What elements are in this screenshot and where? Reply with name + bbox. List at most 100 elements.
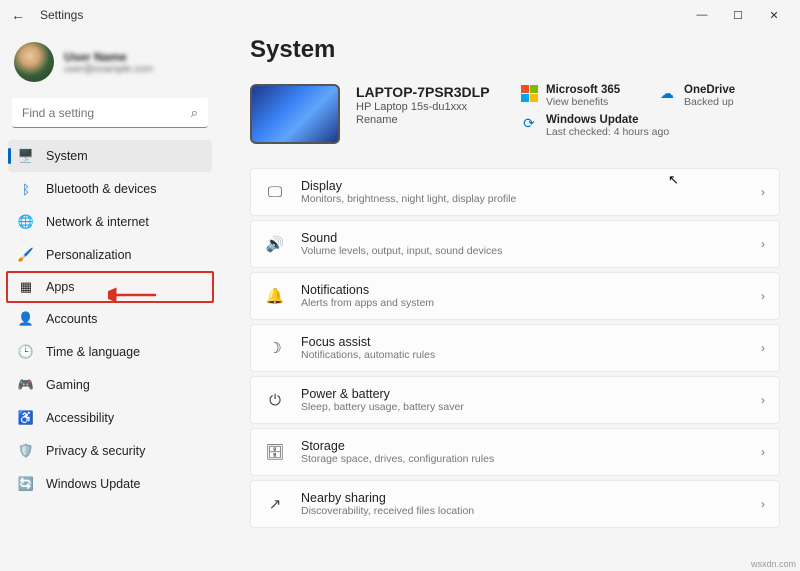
chevron-right-icon: ›	[761, 289, 765, 303]
tile-microsoft365[interactable]: Microsoft 365View benefits	[520, 84, 638, 108]
avatar	[14, 42, 54, 82]
profile-name: User Name	[64, 50, 153, 64]
personalization-icon: 🖌️	[18, 247, 34, 263]
sidebar-item-network[interactable]: 🌐 Network & internet	[8, 206, 212, 238]
close-button[interactable]: ✕	[756, 0, 792, 30]
sidebar-item-label: Network & internet	[46, 215, 149, 229]
microsoft-logo-icon	[520, 84, 538, 102]
watermark: wsxdn.com	[751, 559, 796, 569]
bluetooth-icon: ᛒ	[18, 181, 34, 197]
card-power[interactable]: ⏻ Power & batterySleep, battery usage, ba…	[250, 376, 780, 424]
privacy-icon: 🛡️	[18, 443, 34, 459]
search-input[interactable]	[22, 106, 191, 120]
storage-icon: 🗄	[265, 443, 285, 461]
card-title: Nearby sharing	[301, 491, 745, 505]
rename-link[interactable]: Rename	[356, 114, 490, 126]
accessibility-icon: ♿	[18, 410, 34, 426]
sidebar-item-accounts[interactable]: 👤 Accounts	[8, 303, 212, 335]
card-title: Notifications	[301, 283, 745, 297]
card-sub: Alerts from apps and system	[301, 297, 745, 309]
sidebar-item-label: Personalization	[46, 248, 131, 262]
chevron-right-icon: ›	[761, 393, 765, 407]
card-storage[interactable]: 🗄 StorageStorage space, drives, configura…	[250, 428, 780, 476]
accounts-icon: 👤	[18, 311, 34, 327]
card-title: Sound	[301, 231, 745, 245]
sidebar-item-bluetooth[interactable]: ᛒ Bluetooth & devices	[8, 173, 212, 205]
card-sub: Sleep, battery usage, battery saver	[301, 401, 745, 413]
cloud-icon: ☁	[658, 84, 676, 102]
search-box[interactable]: ⌕	[12, 98, 208, 128]
power-icon: ⏻	[265, 392, 285, 409]
nearby-icon: ↗	[265, 495, 285, 513]
sidebar-item-time[interactable]: 🕒Time & language	[8, 336, 212, 368]
sidebar-item-label: Apps	[46, 280, 75, 294]
sidebar-item-privacy[interactable]: 🛡️ Privacy & security	[8, 435, 212, 467]
profile-block[interactable]: User Name user@example.com	[6, 36, 214, 94]
tile-onedrive[interactable]: ☁ OneDriveBacked up	[658, 84, 776, 108]
maximize-button[interactable]: ☐	[720, 0, 756, 30]
tile-title: Windows Update	[546, 114, 669, 126]
profile-email: user@example.com	[64, 64, 153, 75]
update-icon: 🔄	[18, 476, 34, 492]
card-display[interactable]: 🖵 DisplayMonitors, brightness, night ligh…	[250, 168, 780, 216]
title-bar: ← Settings ― ☐ ✕	[0, 0, 800, 30]
sidebar: User Name user@example.com ⌕ 🖥️ System ᛒ Bl…	[0, 30, 220, 571]
app-title: Settings	[40, 8, 83, 22]
sidebar-item-label: Windows Update	[46, 477, 141, 491]
sidebar-item-label: Privacy & security	[46, 444, 145, 458]
card-title: Power & battery	[301, 387, 745, 401]
card-title: Storage	[301, 439, 745, 453]
card-sound[interactable]: 🔊 SoundVolume levels, output, input, soun…	[250, 220, 780, 268]
sidebar-item-label: System	[46, 149, 88, 163]
tile-title: OneDrive	[684, 84, 735, 96]
chevron-right-icon: ›	[761, 237, 765, 251]
sidebar-item-personalization[interactable]: 🖌️ Personalization	[8, 239, 212, 271]
page-title: System	[250, 36, 780, 64]
device-name: LAPTOP-7PSR3DLP	[356, 84, 490, 100]
back-button[interactable]: ←	[8, 7, 28, 23]
sidebar-item-system[interactable]: 🖥️ System	[8, 140, 212, 172]
system-icon: 🖥️	[18, 148, 34, 164]
sidebar-item-label: Gaming	[46, 378, 90, 392]
chevron-right-icon: ›	[761, 497, 765, 511]
minimize-button[interactable]: ―	[684, 0, 720, 30]
chevron-right-icon: ›	[761, 445, 765, 459]
card-title: Focus assist	[301, 335, 745, 349]
tile-title: Microsoft 365	[546, 84, 620, 96]
display-icon: 🖵	[265, 184, 285, 201]
device-header: LAPTOP-7PSR3DLP HP Laptop 15s-du1xxx Ren…	[250, 84, 780, 144]
chevron-right-icon: ›	[761, 341, 765, 355]
chevron-right-icon: ›	[761, 185, 765, 199]
sidebar-item-label: Bluetooth & devices	[46, 182, 157, 196]
sync-icon: ⟳	[520, 114, 538, 132]
time-icon: 🕒	[18, 344, 34, 360]
card-sub: Notifications, automatic rules	[301, 349, 745, 361]
search-icon: ⌕	[191, 105, 198, 121]
card-focus[interactable]: ☽Focus assistNotifications, automatic ru…	[250, 324, 780, 372]
main-panel: System LAPTOP-7PSR3DLP HP Laptop 15s-du1…	[220, 30, 800, 571]
card-sub: Monitors, brightness, night light, displ…	[301, 193, 745, 205]
card-sub: Volume levels, output, input, sound devi…	[301, 245, 745, 257]
card-sub: Storage space, drives, configuration rul…	[301, 453, 745, 465]
device-image	[250, 84, 340, 144]
sound-icon: 🔊	[265, 235, 285, 253]
card-nearby[interactable]: ↗ Nearby sharingDiscoverability, received…	[250, 480, 780, 528]
card-notifications[interactable]: 🔔NotificationsAlerts from apps and syste…	[250, 272, 780, 320]
device-model: HP Laptop 15s-du1xxx	[356, 101, 490, 113]
card-sub: Discoverability, received files location	[301, 505, 745, 517]
network-icon: 🌐	[18, 214, 34, 230]
window-controls: ― ☐ ✕	[684, 0, 792, 30]
tile-sub: View benefits	[546, 96, 620, 108]
sidebar-item-label: Accounts	[46, 312, 97, 326]
card-title: Display	[301, 179, 745, 193]
tile-sub: Last checked: 4 hours ago	[546, 126, 669, 138]
gaming-icon: 🎮	[18, 377, 34, 393]
tile-windows-update[interactable]: ⟳ Windows UpdateLast checked: 4 hours ag…	[520, 114, 760, 138]
sidebar-item-label: Accessibility	[46, 411, 114, 425]
sidebar-item-update[interactable]: 🔄 Windows Update	[8, 468, 212, 500]
apps-icon: ▦	[18, 279, 34, 295]
tile-sub: Backed up	[684, 96, 735, 108]
sidebar-item-accessibility[interactable]: ♿ Accessibility	[8, 402, 212, 434]
sidebar-item-gaming[interactable]: 🎮 Gaming	[8, 369, 212, 401]
sidebar-item-apps[interactable]: ▦ Apps	[6, 271, 214, 303]
